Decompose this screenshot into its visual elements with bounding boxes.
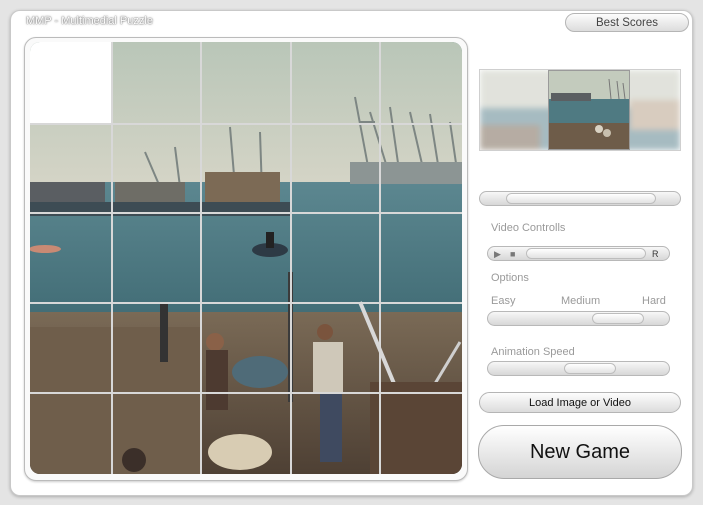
preview-image — [549, 71, 629, 149]
animation-speed-label: Animation Speed — [491, 346, 575, 358]
video-controls-label: Video Controlls — [491, 222, 566, 234]
rewind-button[interactable]: R — [652, 249, 659, 259]
grid-line — [379, 42, 381, 474]
video-position-thumb[interactable] — [506, 193, 656, 204]
new-game-button[interactable]: New Game — [478, 425, 682, 479]
play-icon[interactable]: ▶ — [494, 249, 501, 259]
video-position-slider[interactable] — [479, 191, 681, 206]
difficulty-medium-label: Medium — [561, 295, 601, 307]
difficulty-slider[interactable] — [487, 311, 670, 326]
empty-tile — [30, 42, 111, 123]
grid-line — [290, 42, 292, 474]
best-scores-button[interactable]: Best Scores — [565, 13, 689, 32]
grid-line — [30, 123, 462, 125]
grid-line — [30, 392, 462, 394]
animation-speed-slider[interactable] — [487, 361, 670, 376]
video-seek-slider[interactable] — [526, 248, 646, 259]
difficulty-hard-label: Hard — [642, 295, 666, 307]
options-label: Options — [491, 272, 529, 284]
app-title: MMP - Multimedial Puzzle — [26, 15, 153, 27]
video-controls-bar: ▶ ■ R — [487, 246, 670, 261]
load-image-or-video-button[interactable]: Load Image or Video — [479, 392, 681, 413]
preview-thumbnail — [548, 70, 630, 150]
grid-line — [200, 42, 202, 474]
grid-line — [30, 212, 462, 214]
puzzle-board[interactable] — [30, 42, 462, 474]
stop-icon[interactable]: ■ — [510, 249, 515, 259]
difficulty-easy-label: Easy — [491, 295, 516, 307]
video-preview — [479, 69, 681, 151]
grid-line — [30, 302, 462, 304]
difficulty-thumb[interactable] — [592, 313, 644, 324]
grid-line — [111, 42, 113, 474]
animation-speed-thumb[interactable] — [564, 363, 616, 374]
